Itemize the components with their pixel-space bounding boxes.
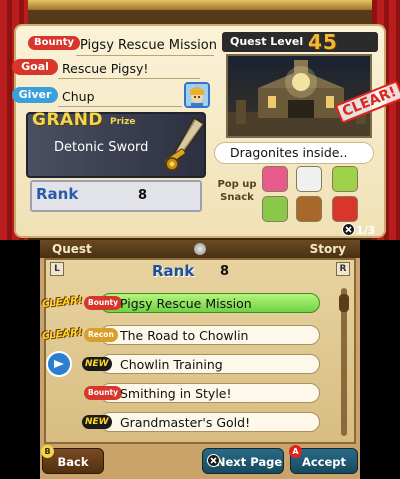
bottom-screen: Quest Story L R Rank 8 CLEAR! Bounty Pig… [40,240,360,479]
quest-type-badge: Bounty [28,36,81,50]
snack-label: Pop up Snack [217,179,257,203]
dragonites-text: Dragonites inside.. [230,145,348,160]
grand-prize-title: GRAND [32,110,104,130]
a-button-icon: A [289,445,302,458]
giver-label: Giver [12,87,58,103]
curtain-rod [0,0,400,10]
quest-level-value: 45 [308,30,338,54]
header-knob-icon [194,243,206,255]
quest-row-title: Grandmaster's Gold! [120,415,251,430]
snack-dragon-icon [332,196,358,222]
quest-row-title: Pigsy Rescue Mission [120,296,252,311]
snack-ghost-icon [296,166,322,192]
b-button-icon: B [41,445,54,458]
quest-name: Pigsy Rescue Mission [80,38,217,53]
page-indicator: 1/3 [356,224,376,237]
new-tag: NEW [82,357,112,371]
scrollbar-thumb[interactable] [339,294,349,312]
top-screen: Bounty Pigsy Rescue Mission Goal Rescue … [0,0,400,240]
quest-type-tag: Recon [84,328,118,342]
back-button[interactable]: B Back [41,445,104,474]
accept-button-label: Accept [301,455,347,469]
l-shoulder-button[interactable]: L [50,262,64,276]
next-page-button[interactable]: Next Page [202,448,284,474]
pointer-cursor-icon [46,351,72,377]
tab-story[interactable]: Story [310,242,346,256]
quest-scene-image [226,54,372,138]
quest-row-title: Smithing in Style! [120,386,232,401]
x-button-icon [342,223,355,236]
goal-label: Goal [12,59,58,75]
r-shoulder-button[interactable]: R [336,262,350,276]
snack-monster-icon [262,166,288,192]
rank-label: Rank [36,185,79,203]
snack-slime-icon [332,166,358,192]
sword-icon [164,116,206,171]
back-button-label: Back [57,455,89,469]
quest-row-title: The Road to Chowlin [120,328,249,343]
quest-row-title: Chowlin Training [120,357,223,372]
snack-plant-icon [262,196,288,222]
goal-text: Rescue Pigsy! [62,61,149,76]
tab-quest[interactable]: Quest [52,242,92,256]
snack-beast-icon [296,196,322,222]
rank-value: 8 [138,188,148,203]
grand-prize-subtitle: Prize [110,117,136,127]
new-tag: NEW [82,415,112,429]
divider [58,78,200,79]
quest-type-tag: Bounty [84,296,123,310]
prize-name: Detonic Sword [54,140,149,155]
divider [76,55,214,56]
list-rank-value: 8 [220,264,230,279]
divider [58,106,182,107]
quest-type-tag: Bounty [84,386,123,400]
giver-text: Chup [62,89,95,104]
giver-portrait-icon [184,82,210,108]
quest-level-label: Quest Level [230,35,304,48]
list-rank-label: Rank [152,262,195,280]
x-button-icon [207,454,220,467]
accept-button[interactable]: A Accept [289,445,358,474]
